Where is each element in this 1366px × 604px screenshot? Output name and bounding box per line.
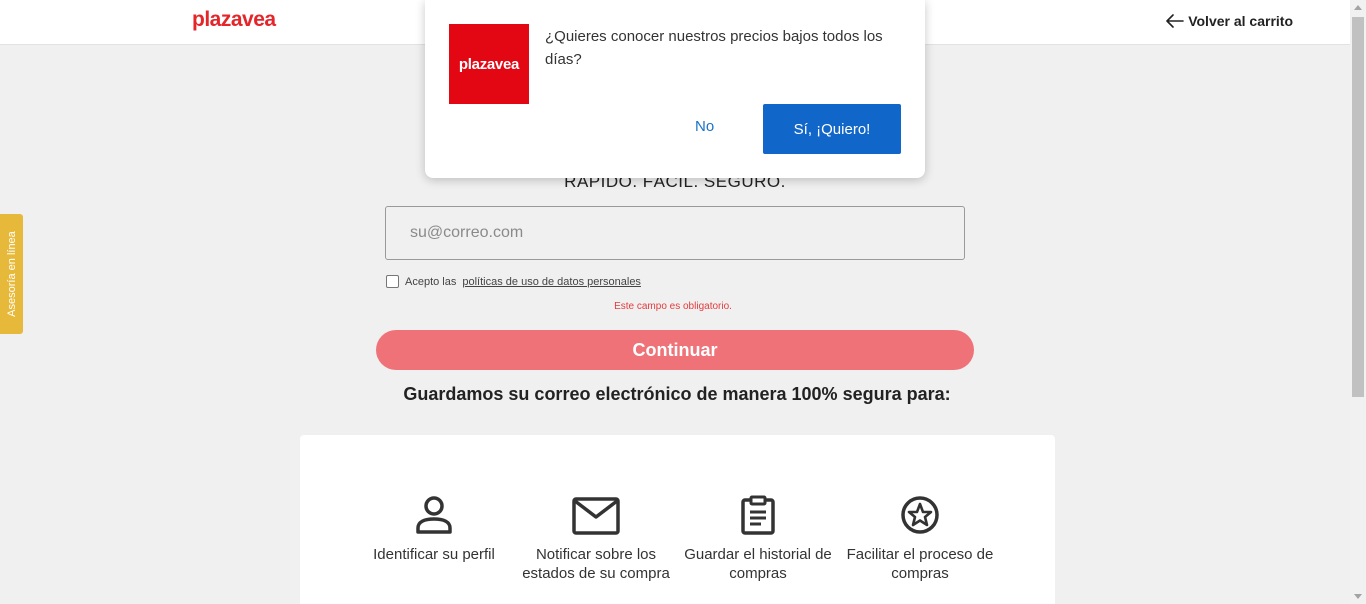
scroll-down-arrow-icon[interactable]: [1354, 594, 1362, 599]
error-message: Este campo es obligatorio.: [614, 301, 732, 312]
back-to-cart-link[interactable]: Volver al carrito: [1166, 13, 1293, 29]
benefit-label: Notificar sobre los estados de su compra: [522, 546, 670, 582]
benefit-item: Facilitar el proceso de compras: [845, 493, 995, 583]
benefits-card: Identificar su perfil Notificar sobre lo…: [300, 435, 1055, 604]
back-to-cart-label: Volver al carrito: [1188, 13, 1293, 29]
benefit-item: Notificar sobre los estados de su compra: [521, 493, 671, 583]
accept-button[interactable]: Sí, ¡Quiero!: [763, 104, 901, 154]
plazavea-logo[interactable]: plazavea: [192, 8, 276, 32]
terms-checkbox[interactable]: [386, 275, 399, 288]
decline-button[interactable]: No: [695, 118, 714, 135]
clipboard-icon: [741, 495, 775, 535]
benefit-label: Guardar el historial de compras: [684, 546, 832, 582]
benefits-heading: Guardamos su correo electrónico de maner…: [403, 384, 951, 404]
terms-link[interactable]: políticas de uso de datos personales: [462, 276, 641, 288]
benefit-label: Facilitar el proceso de compras: [846, 546, 994, 582]
benefit-label: Identificar su perfil: [373, 546, 495, 563]
user-icon: [416, 496, 452, 534]
popup-message: ¿Quieres conocer nuestros precios bajos …: [545, 28, 883, 68]
scrollbar-thumb[interactable]: [1352, 17, 1364, 397]
scroll-up-arrow-icon[interactable]: [1354, 5, 1362, 10]
popup-logo: plazavea: [449, 24, 529, 104]
notification-prompt: plazavea ¿Quieres conocer nuestros preci…: [425, 0, 925, 178]
terms-prefix: Acepto las: [405, 275, 457, 288]
continue-button[interactable]: Continuar: [376, 330, 974, 370]
benefit-item: Identificar su perfil: [359, 493, 509, 564]
benefit-item: Guardar el historial de compras: [683, 493, 833, 583]
arrow-left-icon: [1166, 14, 1185, 28]
terms-row: Acepto las políticas de uso de datos per…: [386, 275, 641, 288]
online-advice-tab[interactable]: Asesoría en línea: [0, 214, 23, 334]
mail-icon: [572, 497, 620, 535]
vertical-scrollbar[interactable]: [1350, 0, 1366, 604]
email-input[interactable]: [385, 206, 965, 260]
star-icon: [901, 496, 939, 534]
